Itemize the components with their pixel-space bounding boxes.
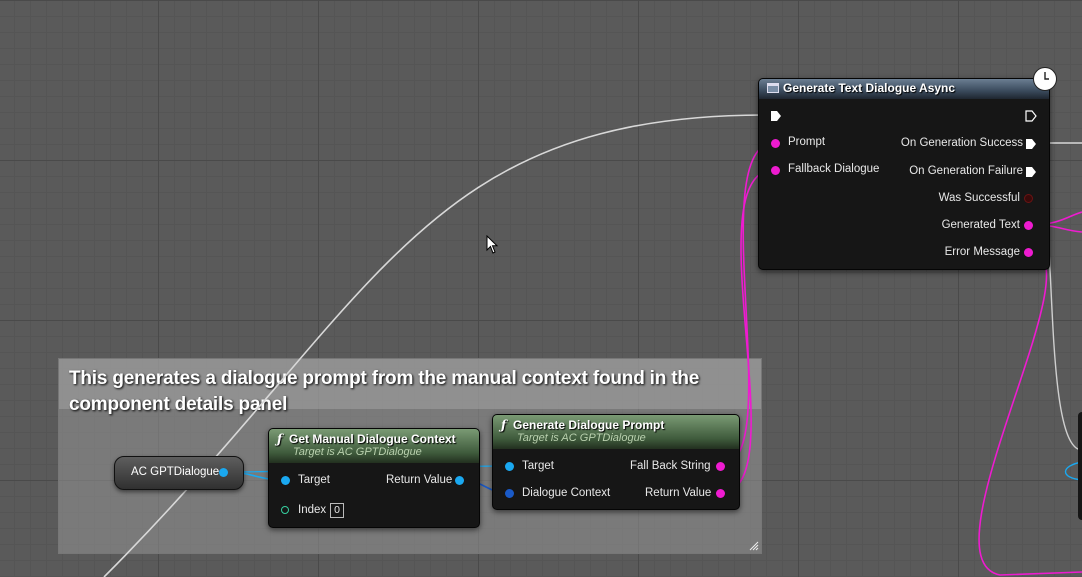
return-value-label: Return Value — [645, 487, 712, 499]
variable-output-pin[interactable] — [219, 468, 228, 477]
node-get-manual-dialogue-context[interactable]: ƒ Get Manual Dialogue Context Target is A… — [268, 428, 480, 528]
node-generate-dialogue-prompt[interactable]: ƒ Generate Dialogue Prompt Target is AC G… — [492, 414, 740, 510]
fallback-string-pin[interactable] — [716, 462, 725, 471]
fallback-string-label: Fall Back String — [630, 460, 711, 472]
index-input[interactable]: 0 — [330, 503, 344, 518]
node-generate-text-dialogue-async[interactable]: Generate Text Dialogue Async Prompt Fall… — [758, 78, 1050, 270]
error-message-label: Error Message — [944, 246, 1020, 258]
mouse-cursor-icon — [486, 235, 499, 254]
return-value-pin[interactable] — [455, 476, 464, 485]
prompt-label: Prompt — [788, 136, 826, 148]
node-header[interactable]: ƒ Generate Dialogue Prompt Target is AC G… — [493, 415, 739, 449]
resize-handle-icon[interactable] — [749, 541, 759, 551]
target-pin[interactable] — [281, 476, 290, 485]
comment-header[interactable]: This generates a dialogue prompt from th… — [59, 359, 761, 415]
comment-text: This generates a dialogue prompt from th… — [69, 368, 700, 415]
generated-text-label: Generated Text — [941, 219, 1020, 231]
target-pin-label: Target — [522, 460, 554, 472]
function-icon: ƒ — [501, 418, 507, 432]
variable-node-ac-gptdialogue[interactable]: AC GPTDialogue — [114, 456, 244, 490]
target-pin[interactable] — [505, 462, 514, 471]
node-title: Generate Dialogue Prompt — [513, 418, 665, 432]
node-header[interactable]: Generate Text Dialogue Async — [759, 79, 1049, 99]
on-generation-success-label: On Generation Success — [900, 137, 1023, 149]
return-value-pin[interactable] — [716, 489, 725, 498]
node-title: Generate Text Dialogue Async — [783, 81, 956, 95]
on-generation-failure-label: On Generation Failure — [909, 165, 1023, 177]
node-subtitle: Target is AC GPTDialogue — [517, 432, 646, 444]
function-icon: ƒ — [277, 432, 283, 446]
async-node-icon — [767, 83, 779, 93]
was-successful-label: Was Successful — [938, 192, 1020, 204]
dialogue-context-label: Dialogue Context — [522, 487, 611, 499]
exec-out-pin-icon[interactable] — [1025, 110, 1037, 122]
offscreen-node-edge[interactable] — [1078, 412, 1082, 520]
return-value-label: Return Value — [386, 474, 453, 486]
error-wire — [978, 251, 1082, 576]
fallback-dialogue-pin[interactable] — [771, 166, 780, 175]
on-generation-success-pin-icon[interactable] — [1025, 138, 1037, 150]
index-row: Index 0 — [298, 503, 344, 518]
on-generation-failure-pin-icon[interactable] — [1025, 166, 1037, 178]
clock-icon — [1033, 67, 1057, 91]
fallback-dialogue-label: Fallback Dialogue — [788, 163, 880, 175]
index-label: Index — [298, 504, 327, 516]
node-subtitle: Target is AC GPTDialogue — [293, 446, 422, 458]
generated-text-pin[interactable] — [1024, 221, 1033, 230]
dialogue-context-pin[interactable] — [505, 489, 514, 498]
error-message-pin[interactable] — [1024, 248, 1033, 257]
prompt-pin[interactable] — [771, 139, 780, 148]
index-pin[interactable] — [281, 506, 289, 514]
target-pin-label: Target — [298, 474, 330, 486]
clock-hands — [1044, 72, 1049, 80]
node-title: Get Manual Dialogue Context — [289, 432, 456, 446]
exec-in-pin-icon[interactable] — [770, 110, 782, 122]
was-successful-pin[interactable] — [1024, 194, 1033, 203]
node-header[interactable]: ƒ Get Manual Dialogue Context Target is A… — [269, 429, 479, 463]
variable-label: AC GPTDialogue — [131, 466, 220, 478]
